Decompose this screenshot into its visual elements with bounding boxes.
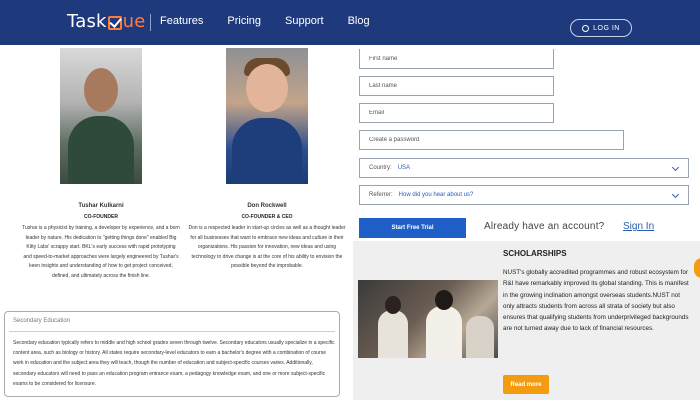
logo-accent-text: ue xyxy=(122,11,146,32)
founder-bio: Don is a respected leader in start-up ci… xyxy=(188,225,346,270)
email-input[interactable] xyxy=(369,110,553,116)
referrer-select[interactable]: Referrer: How did you hear about us? xyxy=(359,185,689,205)
referrer-label: Referrer: xyxy=(369,192,393,198)
panel-text: Secondary education typically refers to … xyxy=(13,340,335,387)
student-figure xyxy=(426,306,462,358)
founder-body xyxy=(232,118,302,184)
login-button[interactable]: LOG IN xyxy=(570,19,632,37)
country-value: USA xyxy=(397,165,411,171)
start-free-trial-button[interactable]: Start Free Trial xyxy=(359,218,466,238)
user-icon xyxy=(582,24,590,32)
nav-pricing-link[interactable]: Pricing xyxy=(227,15,261,27)
top-navigation-bar: Task ue Features Pricing Support Blog LO… xyxy=(0,0,700,45)
already-have-account-text: Already have an account? xyxy=(484,221,605,232)
founder-body xyxy=(68,116,134,184)
chevron-down-icon xyxy=(671,190,680,199)
students-classroom-image xyxy=(358,280,498,358)
taskque-logo[interactable]: Task ue xyxy=(67,11,146,32)
first-name-input[interactable] xyxy=(369,55,553,62)
password-field[interactable] xyxy=(359,130,624,150)
nav-features-link[interactable]: Features xyxy=(160,15,203,27)
last-name-input[interactable] xyxy=(369,83,553,89)
nav-support-link[interactable]: Support xyxy=(285,15,324,27)
founder-name: Don Rockwell xyxy=(247,203,287,209)
nav-divider xyxy=(150,14,151,31)
logo-text: Task xyxy=(67,11,107,32)
founder-face xyxy=(246,64,288,112)
student-head xyxy=(435,290,453,310)
founder-bio: Tushar is a physicist by training, a dev… xyxy=(22,225,180,279)
founder-photo-don xyxy=(226,48,308,184)
scholarships-text: NUST's globally accredited programmes an… xyxy=(503,269,689,333)
country-select[interactable]: Country: USA xyxy=(359,158,689,178)
founder-face xyxy=(84,68,118,112)
founder-role: CO-FOUNDER xyxy=(84,214,118,220)
founder-role: CO-FOUNDER & CEO xyxy=(241,214,293,220)
chevron-down-icon xyxy=(671,163,680,172)
sign-in-link[interactable]: Sign In xyxy=(623,221,654,232)
student-figure xyxy=(466,316,494,358)
login-label: LOG IN xyxy=(593,24,620,32)
scholarships-title: SCHOLARSHIPS xyxy=(503,249,567,258)
country-label: Country: xyxy=(369,165,392,171)
founder-name: Tushar Kulkarni xyxy=(78,203,124,209)
panel-divider xyxy=(9,331,335,332)
side-tab-handle[interactable] xyxy=(694,258,700,278)
main-nav: Features Pricing Support Blog xyxy=(160,15,370,27)
read-more-button[interactable]: Read more xyxy=(503,375,549,394)
secondary-education-panel: Secondary Education Secondary education … xyxy=(4,311,340,397)
referrer-value: How did you hear about us? xyxy=(398,192,474,198)
first-name-field[interactable] xyxy=(359,49,554,69)
panel-title: Secondary Education xyxy=(13,318,71,324)
checkbox-logo-icon xyxy=(107,15,122,30)
last-name-field[interactable] xyxy=(359,76,554,96)
password-input[interactable] xyxy=(369,137,623,143)
student-head xyxy=(385,296,401,314)
nav-blog-link[interactable]: Blog xyxy=(348,15,370,27)
email-field[interactable] xyxy=(359,103,554,123)
founder-photo-tushar xyxy=(60,48,142,184)
student-figure xyxy=(378,310,408,358)
